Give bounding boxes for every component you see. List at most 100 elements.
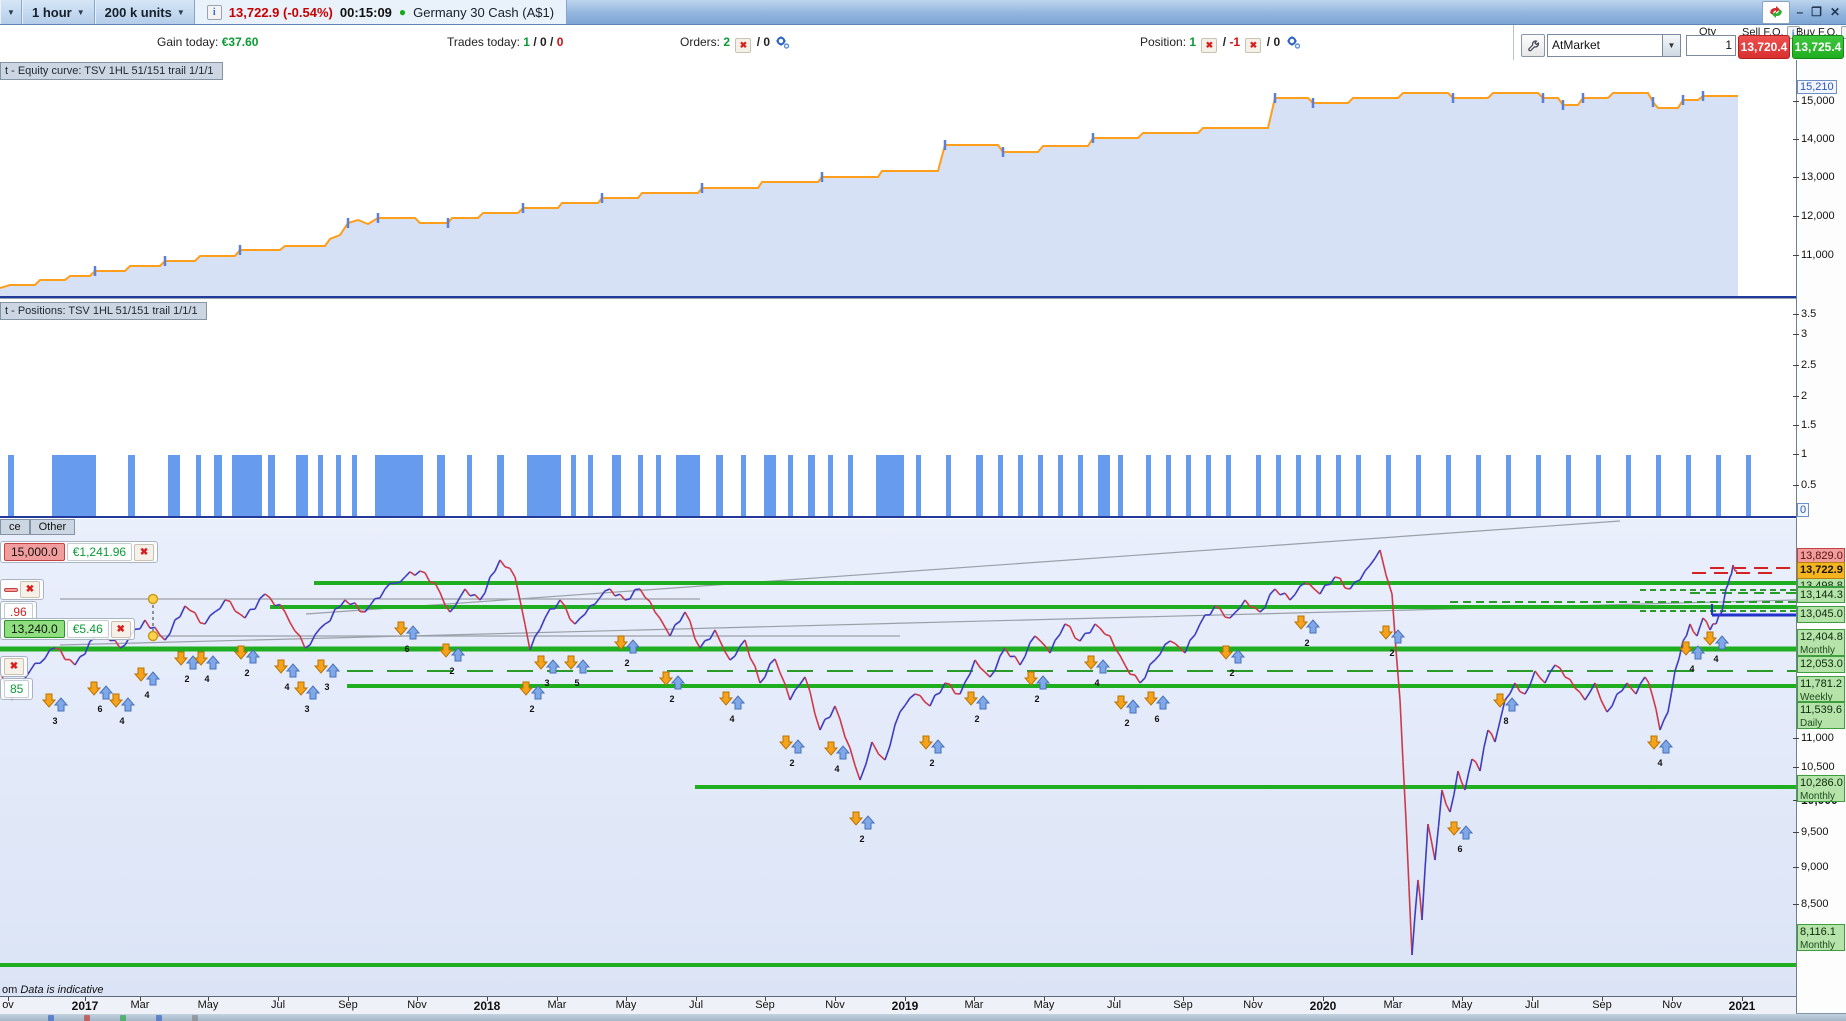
- date-label: 2021: [1729, 999, 1756, 1013]
- quantity-input[interactable]: 1: [1686, 35, 1736, 56]
- trades-win-count: 1: [523, 35, 530, 49]
- units-value: 200 k units: [105, 5, 172, 20]
- chevron-down-icon: ▼: [177, 8, 185, 17]
- price-axis-tick: 8,500: [1801, 898, 1829, 910]
- date-label: Sep: [755, 999, 775, 1011]
- close-long-icon[interactable]: ✖: [1201, 38, 1217, 53]
- position-bar: [946, 455, 951, 517]
- info-icon[interactable]: i: [207, 5, 222, 20]
- trade-count-label: 2: [184, 674, 189, 684]
- price-axis-column[interactable]: 15,00014,00013,00012,00011,00015,2103.53…: [1796, 60, 1846, 1013]
- position-bar: [1316, 455, 1321, 517]
- price-level-label: 12,404.8Monthly: [1797, 629, 1845, 656]
- price-level-label: 13,829.0: [1797, 548, 1845, 563]
- positions-axis-tick: 1: [1801, 448, 1807, 460]
- minimize-button[interactable]: –: [1796, 5, 1803, 19]
- position-label: Position:: [1140, 35, 1186, 49]
- price-level-badge[interactable]: [4, 588, 18, 592]
- date-label: Jul: [1525, 999, 1539, 1011]
- delete-level-button[interactable]: ✖: [4, 658, 24, 675]
- equity-axis-tick: 11,000: [1801, 249, 1834, 261]
- orders-settings-gear-icon[interactable]: [775, 36, 790, 52]
- price-level-label: 8,116.1Monthly: [1797, 924, 1845, 951]
- cancel-orders-icon[interactable]: ✖: [735, 38, 751, 53]
- date-label: Sep: [338, 999, 358, 1011]
- position-bar: [998, 455, 1003, 517]
- price-panel-tabs: ce Other: [0, 519, 75, 535]
- timeframe-dropdown[interactable]: 1 hour ▼: [22, 0, 95, 24]
- trades-flat-count: 0: [540, 35, 547, 49]
- delete-level-button[interactable]: ✖: [20, 581, 40, 598]
- close-short-icon[interactable]: ✖: [1245, 38, 1261, 53]
- order-ticket: Qty Sell F.O. i Buy F.O. i AtMarket ▼ 1 …: [1513, 25, 1846, 60]
- position-bar: [1596, 455, 1601, 517]
- position-bar: [1626, 455, 1631, 517]
- equity-axis-tick: 13,000: [1801, 171, 1835, 183]
- position-bar: [571, 455, 576, 517]
- trade-count-label: 2: [1389, 648, 1394, 658]
- restore-button[interactable]: ❐: [1811, 5, 1822, 19]
- position-bar: [1446, 455, 1451, 517]
- tab-price[interactable]: ce: [0, 519, 30, 535]
- trade-count-label: 5: [574, 678, 579, 688]
- date-label: 2020: [1310, 999, 1337, 1013]
- date-label: Mar: [965, 999, 984, 1011]
- pnl-value-label: €5.46: [67, 620, 109, 638]
- market-open-dot-icon: ●: [399, 5, 406, 19]
- trades-today-label: Trades today:: [447, 35, 520, 49]
- position-bar: [1536, 455, 1541, 517]
- position-bar: [437, 455, 445, 517]
- toolbar-overflow-button[interactable]: ▼: [0, 0, 22, 24]
- position-bar: [1656, 455, 1661, 517]
- order-type-select[interactable]: AtMarket ▼: [1547, 34, 1681, 57]
- position-bar: [828, 455, 833, 517]
- positions-axis-tick: 2.5: [1801, 359, 1816, 371]
- instrument-name: Germany 30 Cash (A$1): [413, 5, 554, 20]
- position-bar: [497, 455, 504, 517]
- equity-current-value: 15,210: [1797, 80, 1837, 94]
- trade-count-label: 4: [729, 714, 734, 724]
- positions-tab[interactable]: t - Positions: TSV 1HL 51/151 trail 1/1/…: [0, 302, 207, 320]
- delete-level-button[interactable]: ✖: [134, 544, 154, 561]
- position-bar: [876, 455, 904, 517]
- position-bar: [232, 455, 262, 517]
- refresh-button[interactable]: [1762, 1, 1790, 24]
- delete-level-button[interactable]: ✖: [111, 621, 131, 638]
- position-bar: [848, 455, 853, 517]
- price-level-label: 13,498.8: [1797, 578, 1845, 587]
- price-level-label: 13,722.9: [1797, 562, 1845, 579]
- price-level-badge[interactable]: 15,000.0: [4, 543, 65, 561]
- level-drag-handle[interactable]: [149, 632, 158, 641]
- position-bar: [1038, 455, 1043, 517]
- position-bar: [588, 455, 593, 517]
- position-bar: [1146, 455, 1151, 517]
- positions-axis-tick: 1.5: [1801, 419, 1816, 431]
- price-level-badge[interactable]: 13,240.0: [4, 620, 65, 638]
- trade-count-label: 2: [1304, 638, 1309, 648]
- units-dropdown[interactable]: 200 k units ▼: [95, 0, 195, 24]
- position-bar: [808, 455, 815, 517]
- trade-count-label: 2: [244, 668, 249, 678]
- position-settings-gear-icon[interactable]: [1286, 36, 1301, 52]
- price-badge-row: 15,000.0€1,241.96✖: [0, 541, 158, 563]
- position-bar: [716, 455, 723, 517]
- close-button[interactable]: ✕: [1830, 5, 1840, 19]
- position-bar: [52, 455, 96, 517]
- buy-button[interactable]: 13,725.4: [1792, 35, 1844, 59]
- trades-loss-count: 0: [557, 35, 564, 49]
- position-bar: [656, 455, 661, 517]
- tab-other[interactable]: Other: [30, 519, 76, 535]
- trade-count-label: 2: [1034, 694, 1039, 704]
- toolbar-left: ▼ 1 hour ▼ 200 k units ▼: [0, 0, 195, 24]
- date-label: Nov: [407, 999, 427, 1011]
- equity-curve-tab[interactable]: t - Equity curve: TSV 1HL 51/151 trail 1…: [0, 62, 223, 80]
- position-bar: [1336, 455, 1341, 517]
- position-bar: [1716, 455, 1721, 517]
- trade-count-label: 6: [1457, 844, 1462, 854]
- order-settings-button[interactable]: [1521, 34, 1545, 57]
- date-label: Jul: [271, 999, 285, 1011]
- date-axis[interactable]: ov2017MarMayJulSepNov2018MarMayJulSepNov…: [0, 996, 1796, 1014]
- level-drag-handle[interactable]: [149, 595, 158, 604]
- sell-button[interactable]: 13,720.4: [1738, 35, 1790, 59]
- trade-count-label: 6: [97, 704, 102, 714]
